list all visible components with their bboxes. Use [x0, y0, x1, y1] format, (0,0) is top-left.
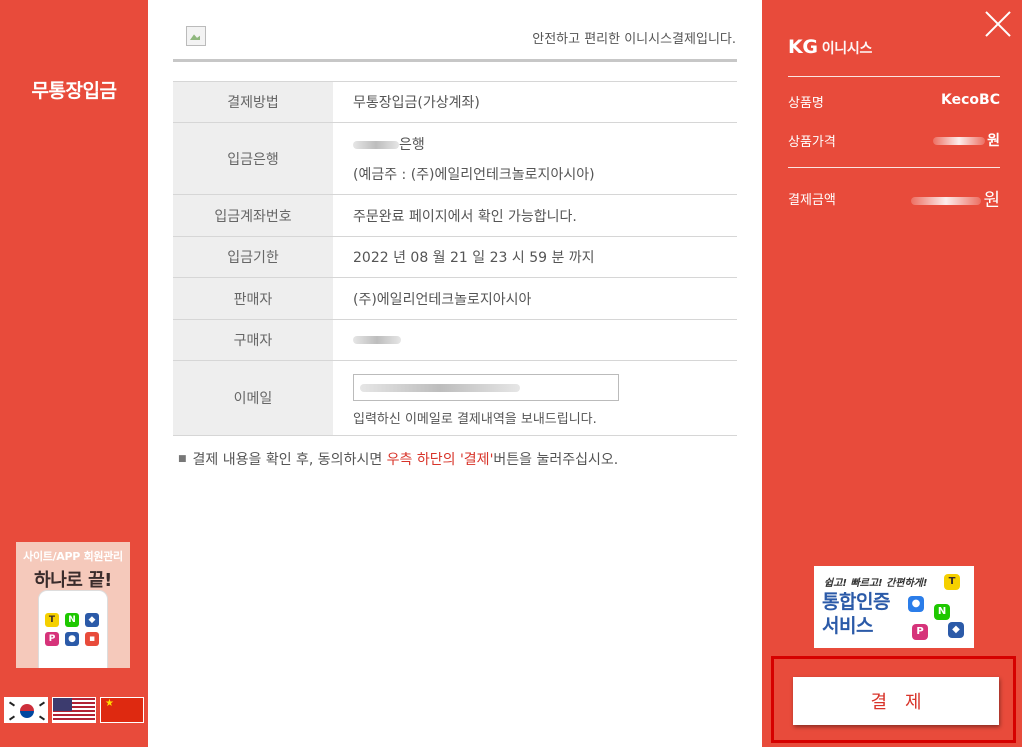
china-flag-icon[interactable]: ★ [100, 697, 144, 723]
summary-divider [788, 76, 1000, 77]
summary-divider [788, 167, 1000, 168]
header-divider [173, 59, 737, 62]
bank-holder: (예금주 : (주)에일리언테크놀로지아시아) [353, 166, 595, 183]
total-value: 원 [911, 186, 1000, 212]
naver-icon: N [934, 604, 950, 620]
cert-line-2: 통합인증 서비스 [822, 591, 890, 637]
close-icon[interactable] [984, 10, 1012, 38]
masked-bank-name [353, 140, 399, 149]
language-flags: ★ [4, 697, 144, 723]
masked-total [911, 197, 982, 205]
order-summary-panel: KG 이니시스 상품명 KecoBC 상품가격 원 결제금액 원 쉽고! 빠르고!… [762, 0, 1022, 747]
email-cell: 입력하신 이메일로 결제내역을 보내드립니다. [333, 360, 737, 436]
usa-flag-icon[interactable] [52, 697, 96, 723]
left-panel: 무통장입금 사이트/APP 회원관리 하나로 끝! T N ◆ P ● ▪ ★ [0, 0, 148, 747]
masked-email [360, 383, 520, 392]
table-row: 입금계좌번호 주문완료 페이지에서 확인 가능합니다. [173, 194, 737, 237]
seller-label: 판매자 [173, 277, 333, 320]
deadline-value: 2022 년 08 월 21 일 23 시 59 분 까지 [333, 236, 737, 278]
account-value: 주문완료 페이지에서 확인 가능합니다. [333, 194, 737, 237]
pass-icon: P [912, 624, 928, 640]
cert-badge-icon: ◆ [948, 622, 964, 638]
buyer-label: 구매자 [173, 319, 333, 361]
payment-details-panel: 안전하고 편리한 이니시스결제입니다. 결제방법 무통장입금(가상계좌) 입금은… [148, 0, 762, 747]
header-tagline: 안전하고 편리한 이니시스결제입니다. [532, 32, 736, 47]
table-row: 입금은행 은행 (예금주 : (주)에일리언테크놀로지아시아) [173, 122, 737, 195]
method-value: 무통장입금(가상계좌) [333, 81, 737, 123]
kg-inicis-logo: KG 이니시스 [788, 36, 873, 58]
payment-info-table: 결제방법 무통장입금(가상계좌) 입금은행 은행 (예금주 : (주)에일리언테… [173, 81, 737, 436]
phone-illustration: T N ◆ P ● ▪ [38, 590, 108, 668]
total-label: 결제금액 [788, 193, 836, 208]
account-label: 입금계좌번호 [173, 194, 333, 237]
seller-value: (주)에일리언테크놀로지아시아 [333, 277, 737, 320]
integrated-auth-banner[interactable]: 쉽고! 빠르고! 간편하게! 통합인증 서비스 T ● N P ◆ [814, 566, 974, 648]
bullet-icon: ■ [178, 454, 187, 464]
notice-highlight: 우측 하단의 '결제' [386, 452, 494, 468]
promo-line-1: 사이트/APP 회원관리 [23, 550, 123, 563]
bank-label: 입금은행 [173, 122, 333, 195]
cert-line-1: 쉽고! 빠르고! 간편하게! [824, 578, 928, 589]
member-management-promo-banner[interactable]: 사이트/APP 회원관리 하나로 끝! T N ◆ P ● ▪ [16, 542, 130, 668]
email-input[interactable] [353, 373, 619, 401]
table-row: 판매자 (주)에일리언테크놀로지아시아 [173, 277, 737, 320]
bank-suffix: 은행 [399, 136, 425, 153]
confirmation-notice: ■ 결제 내용을 확인 후, 동의하시면 우측 하단의 '결제'버튼을 눌러주십시… [178, 452, 619, 468]
pay-button-highlight: 결제 [771, 656, 1016, 743]
price-value: 원 [933, 130, 1000, 150]
deadline-label: 입금기한 [173, 236, 333, 278]
broken-image-icon [186, 26, 206, 46]
product-label: 상품명 [788, 96, 824, 111]
email-label: 이메일 [173, 360, 333, 436]
table-row: 이메일 입력하신 이메일로 결제내역을 보내드립니다. [173, 360, 737, 436]
email-note: 입력하신 이메일로 결제내역을 보내드립니다. [353, 411, 597, 427]
korea-flag-icon[interactable] [4, 697, 48, 723]
kakao-icon: T [944, 574, 960, 590]
payment-method-title: 무통장입금 [31, 80, 117, 102]
method-label: 결제방법 [173, 81, 333, 123]
masked-price [933, 137, 986, 145]
bank-value: 은행 (예금주 : (주)에일리언테크놀로지아시아) [333, 122, 737, 195]
pay-button[interactable]: 결제 [793, 677, 999, 725]
masked-buyer-name [353, 336, 401, 344]
buyer-value [333, 319, 737, 361]
promo-line-2: 하나로 끝! [34, 570, 112, 591]
table-row: 결제방법 무통장입금(가상계좌) [173, 81, 737, 123]
toss-icon: ● [908, 596, 924, 612]
table-row: 구매자 [173, 319, 737, 361]
table-row: 입금기한 2022 년 08 월 21 일 23 시 59 분 까지 [173, 236, 737, 278]
product-value: KecoBC [941, 92, 1000, 108]
price-label: 상품가격 [788, 135, 836, 150]
